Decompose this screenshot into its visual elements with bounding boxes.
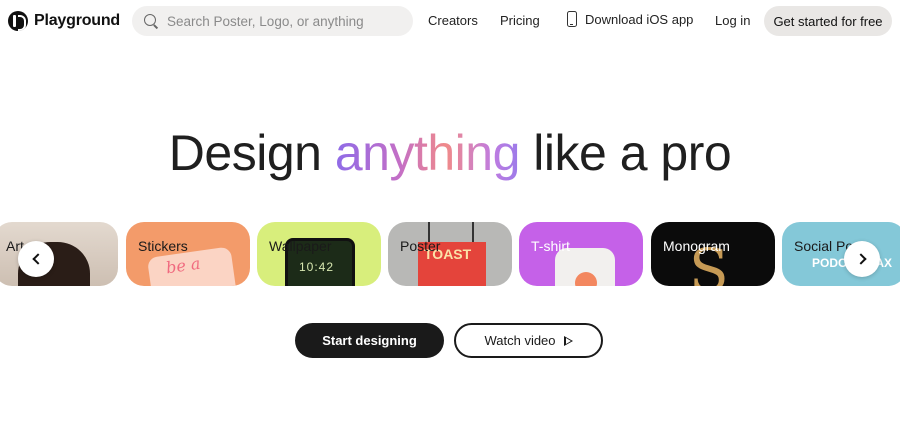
hero-word-design: Design	[168, 125, 322, 181]
carousel-next-button[interactable]	[844, 241, 880, 277]
start-designing-button[interactable]: Start designing	[295, 323, 444, 358]
category-card-tshirt[interactable]: T-shirt	[519, 222, 643, 286]
category-label-poster: Poster	[400, 238, 441, 254]
wallpaper-clock-text: 10:42	[299, 260, 335, 274]
poster-hanger	[472, 222, 474, 242]
category-card-stickers[interactable]: be a Stickers	[126, 222, 250, 286]
brand-name: Playground	[34, 12, 121, 29]
category-label-monogram: Monogram	[663, 238, 730, 254]
carousel-prev-button[interactable]	[18, 241, 54, 277]
phone-icon	[567, 11, 577, 27]
category-label-stickers: Stickers	[138, 238, 188, 254]
playground-logo-icon	[8, 11, 28, 31]
login-link[interactable]: Log in	[715, 13, 750, 28]
nav-creators-link[interactable]: Creators	[428, 13, 478, 28]
nav-pricing-link[interactable]: Pricing	[500, 13, 540, 28]
search-bar[interactable]	[132, 6, 413, 36]
category-card-social-post[interactable]: PODC GALAX Social Po	[782, 222, 900, 286]
hero-headline: Design anything like a pro	[0, 124, 900, 182]
top-navigation: Playground Creators Pricing Download iOS…	[0, 0, 900, 42]
watch-video-label: Watch video	[484, 333, 556, 348]
search-icon	[144, 13, 159, 29]
search-input[interactable]	[167, 13, 397, 29]
download-ios-label: Download iOS app	[585, 11, 694, 27]
watch-video-button[interactable]: Watch video	[454, 323, 603, 358]
category-label-wallpaper: Wallpaper	[269, 238, 332, 254]
chevron-left-icon	[31, 253, 44, 265]
hero-highlight-word: anything	[334, 125, 521, 181]
chevron-right-icon	[854, 253, 867, 265]
play-icon	[563, 335, 573, 346]
category-card-monogram[interactable]: S Monogram	[651, 222, 775, 286]
hero-word-like-a-pro: like a pro	[533, 125, 732, 181]
brand-logo[interactable]: Playground	[8, 10, 120, 32]
get-started-button[interactable]: Get started for free	[764, 6, 892, 36]
category-label-tshirt: T-shirt	[531, 238, 570, 254]
category-card-poster[interactable]: TOAST Poster	[388, 222, 512, 286]
category-carousel: Art be a Stickers 10:42 Wallpaper TOAST …	[0, 222, 900, 286]
download-ios-link[interactable]: Download iOS app	[567, 11, 693, 27]
category-card-wallpaper[interactable]: 10:42 Wallpaper	[257, 222, 381, 286]
